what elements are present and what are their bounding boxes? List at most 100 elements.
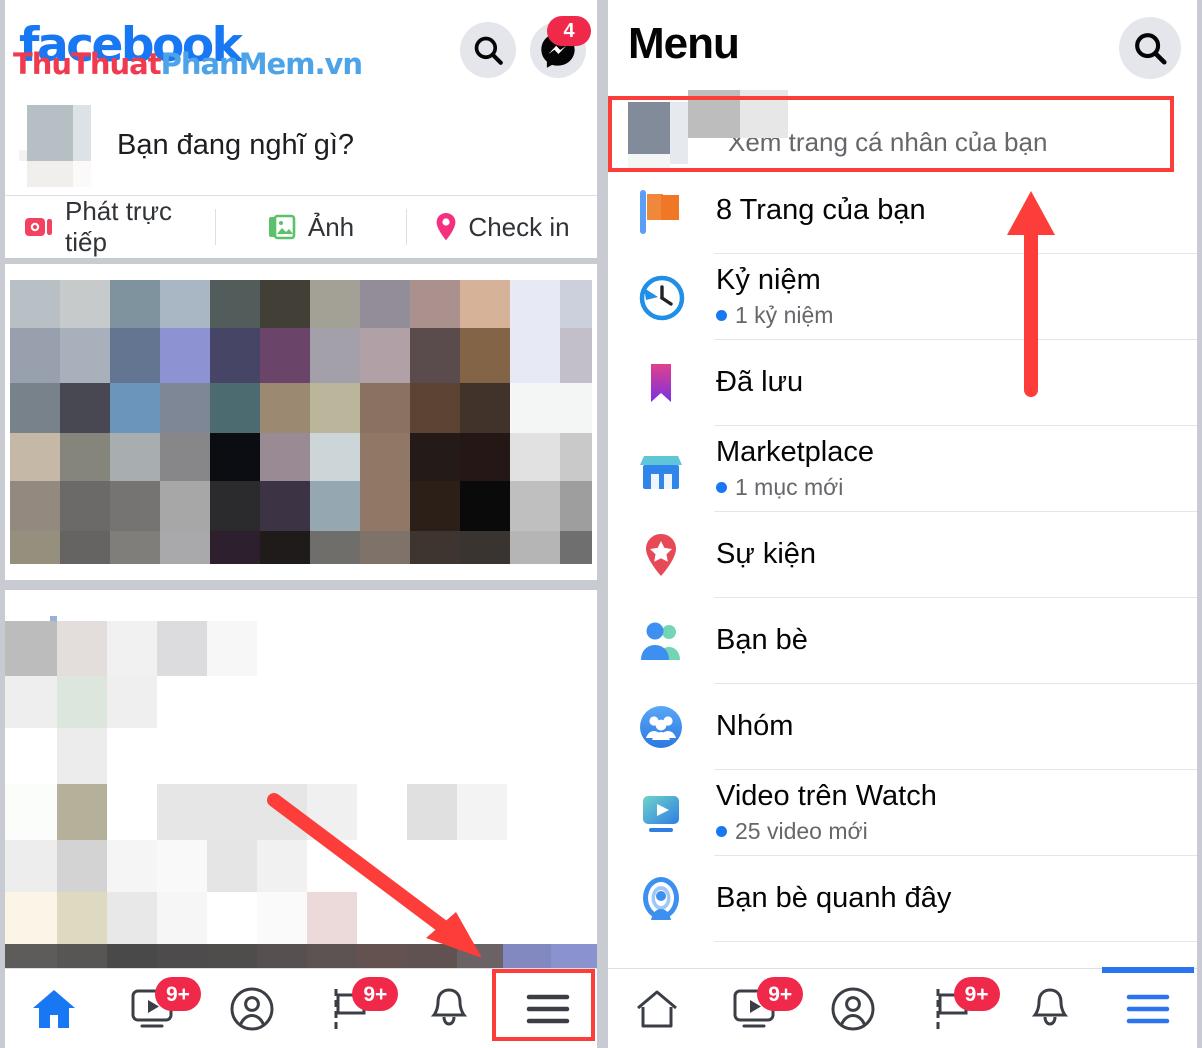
nav-profile-right[interactable] — [804, 969, 902, 1048]
messenger-unread-badge: 4 — [547, 16, 591, 46]
nav-home-left[interactable] — [5, 969, 104, 1048]
menu-item-events-body: Sự kiện — [716, 538, 816, 571]
hamburger-menu-icon — [1126, 994, 1170, 1023]
groups-icon — [630, 696, 692, 758]
watch-video-icon — [630, 782, 692, 844]
nav-home-right[interactable] — [608, 969, 706, 1048]
screenshot-root: facebook ThuThuatPhanMem.vn 4 Bạn đang n… — [0, 0, 1202, 1048]
bell-icon — [1031, 987, 1068, 1026]
nav-profile-left[interactable] — [202, 969, 301, 1048]
nav-pages-left[interactable]: 9+ — [301, 969, 400, 1048]
right-bottom-navigation: 9+ 9+ — [608, 967, 1197, 1048]
arrow-to-hamburger-tab — [267, 793, 482, 958]
highlight-box-hamburger-tab — [492, 969, 595, 1041]
nav-menu-right[interactable] — [1099, 967, 1197, 1048]
action-live-video-label: Phát trực tiếp — [65, 196, 172, 257]
right-edge-gutter — [1197, 0, 1202, 1048]
menu-item-memories-sub-text: 1 kỷ niệm — [735, 302, 834, 329]
search-icon — [474, 36, 503, 65]
menu-item-marketplace-label: Marketplace — [716, 435, 874, 468]
pages-flag-icon — [630, 180, 692, 242]
menu-divider-8 — [714, 941, 1197, 942]
menu-item-groups[interactable]: Nhóm — [608, 684, 1197, 769]
menu-item-pages-label: 8 Trang của bạn — [716, 193, 926, 226]
nav-watch-left[interactable]: 9+ — [104, 969, 203, 1048]
nav-notifications-left[interactable] — [400, 969, 499, 1048]
friends-icon — [630, 610, 692, 672]
nav-watch-right[interactable]: 9+ — [706, 969, 804, 1048]
action-photo-label: Ảnh — [307, 211, 355, 242]
nav-watch-badge-left: 9+ — [154, 977, 201, 1011]
menu-item-pages[interactable]: 8 Trang của bạn — [608, 168, 1197, 253]
left-edge-gutter — [0, 0, 5, 1048]
menu-item-friends[interactable]: Bạn bè — [608, 598, 1197, 683]
highlight-box-view-profile — [608, 96, 1174, 172]
nearby-friends-icon — [630, 868, 692, 930]
menu-item-nearby-friends[interactable]: Bạn bè quanh đây — [608, 856, 1197, 941]
menu-item-saved-body: Đã lưu — [716, 366, 803, 399]
post-composer[interactable]: Bạn đang nghĩ gì? — [5, 96, 597, 195]
action-photo[interactable]: Ảnh — [216, 212, 406, 243]
menu-item-marketplace-body: Marketplace 1 mục mới — [716, 436, 874, 501]
composer-avatar — [19, 104, 91, 187]
action-live-video[interactable]: Phát trực tiếp — [5, 196, 215, 258]
unread-dot — [716, 482, 727, 494]
menu-item-events[interactable]: Sự kiện — [608, 512, 1197, 597]
nav-notifications-right[interactable] — [1001, 969, 1099, 1048]
menu-item-memories-body: Kỷ niệm 1 kỷ niệm — [716, 264, 833, 329]
menu-item-saved-label: Đã lưu — [716, 365, 804, 398]
menu-item-watch-label: Video trên Watch — [716, 779, 937, 812]
menu-item-memories[interactable]: Kỷ niệm 1 kỷ niệm — [608, 254, 1197, 339]
nav-pages-badge-left: 9+ — [352, 977, 399, 1011]
home-icon — [637, 990, 678, 1027]
profile-circle-icon — [230, 987, 274, 1030]
menu-item-groups-body: Nhóm — [716, 710, 793, 743]
action-check-in-label: Check in — [468, 211, 570, 242]
menu-item-watch-sub-text: 25 video mới — [735, 818, 868, 845]
site-watermark: ThuThuatPhanMem.vn — [13, 47, 363, 81]
menu-item-nearby-friends-label: Bạn bè quanh đây — [716, 881, 952, 914]
home-icon — [33, 989, 76, 1028]
nav-pages-badge-right: 9+ — [953, 977, 1000, 1011]
action-check-in[interactable]: Check in — [407, 212, 597, 243]
location-pin-icon — [437, 213, 456, 241]
profile-circle-icon — [831, 987, 875, 1030]
menu-header: Menu — [608, 0, 1197, 92]
menu-item-groups-label: Nhóm — [716, 709, 794, 742]
header-search-button[interactable] — [460, 22, 516, 78]
marketplace-storefront-icon — [630, 438, 692, 500]
menu-item-watch-sub: 25 video mới — [716, 818, 937, 845]
photo-icon — [268, 214, 296, 240]
menu-item-friends-body: Bạn bè — [716, 624, 808, 657]
watermark-part-2: PhanMem.vn — [160, 47, 363, 81]
header-messenger-button[interactable]: 4 — [530, 16, 591, 78]
page-title: Menu — [628, 19, 740, 68]
live-video-icon — [25, 218, 52, 236]
menu-item-nearby-friends-body: Bạn bè quanh đây — [716, 882, 951, 915]
saved-bookmark-icon — [630, 352, 692, 414]
menu-item-marketplace[interactable]: Marketplace 1 mục mới — [608, 426, 1197, 511]
composer-placeholder: Bạn đang nghĩ gì? — [117, 129, 355, 161]
menu-item-watch-body: Video trên Watch 25 video mới — [716, 780, 937, 845]
feed-post-image-1 — [5, 264, 597, 580]
menu-item-memories-sub: 1 kỷ niệm — [716, 302, 833, 329]
menu-item-pages-body: 8 Trang của bạn — [716, 194, 926, 227]
watermark-part-1: ThuThuat — [13, 47, 162, 81]
menu-item-marketplace-sub-text: 1 mục mới — [735, 474, 844, 501]
menu-item-saved[interactable]: Đã lưu — [608, 340, 1197, 425]
bell-icon — [430, 987, 468, 1026]
menu-list: 8 Trang của bạn Kỷ niệm 1 kỷ niệm Đã lưu… — [608, 168, 1197, 942]
menu-item-watch[interactable]: Video trên Watch 25 video mới — [608, 770, 1197, 855]
panel-gutter — [597, 0, 608, 1048]
events-pin-icon — [630, 524, 692, 586]
menu-item-memories-label: Kỷ niệm — [716, 263, 821, 296]
menu-item-friends-label: Bạn bè — [716, 623, 808, 656]
search-icon — [1135, 33, 1167, 65]
nav-pages-right[interactable]: 9+ — [903, 969, 1001, 1048]
active-tab-indicator — [1101, 967, 1194, 973]
arrow-to-view-profile — [1007, 191, 1055, 397]
menu-search-button[interactable] — [1119, 17, 1181, 79]
memories-clock-icon — [630, 266, 692, 328]
composer-action-row: Phát trực tiếp Ảnh Check in — [5, 196, 597, 258]
menu-item-events-label: Sự kiện — [716, 537, 817, 570]
